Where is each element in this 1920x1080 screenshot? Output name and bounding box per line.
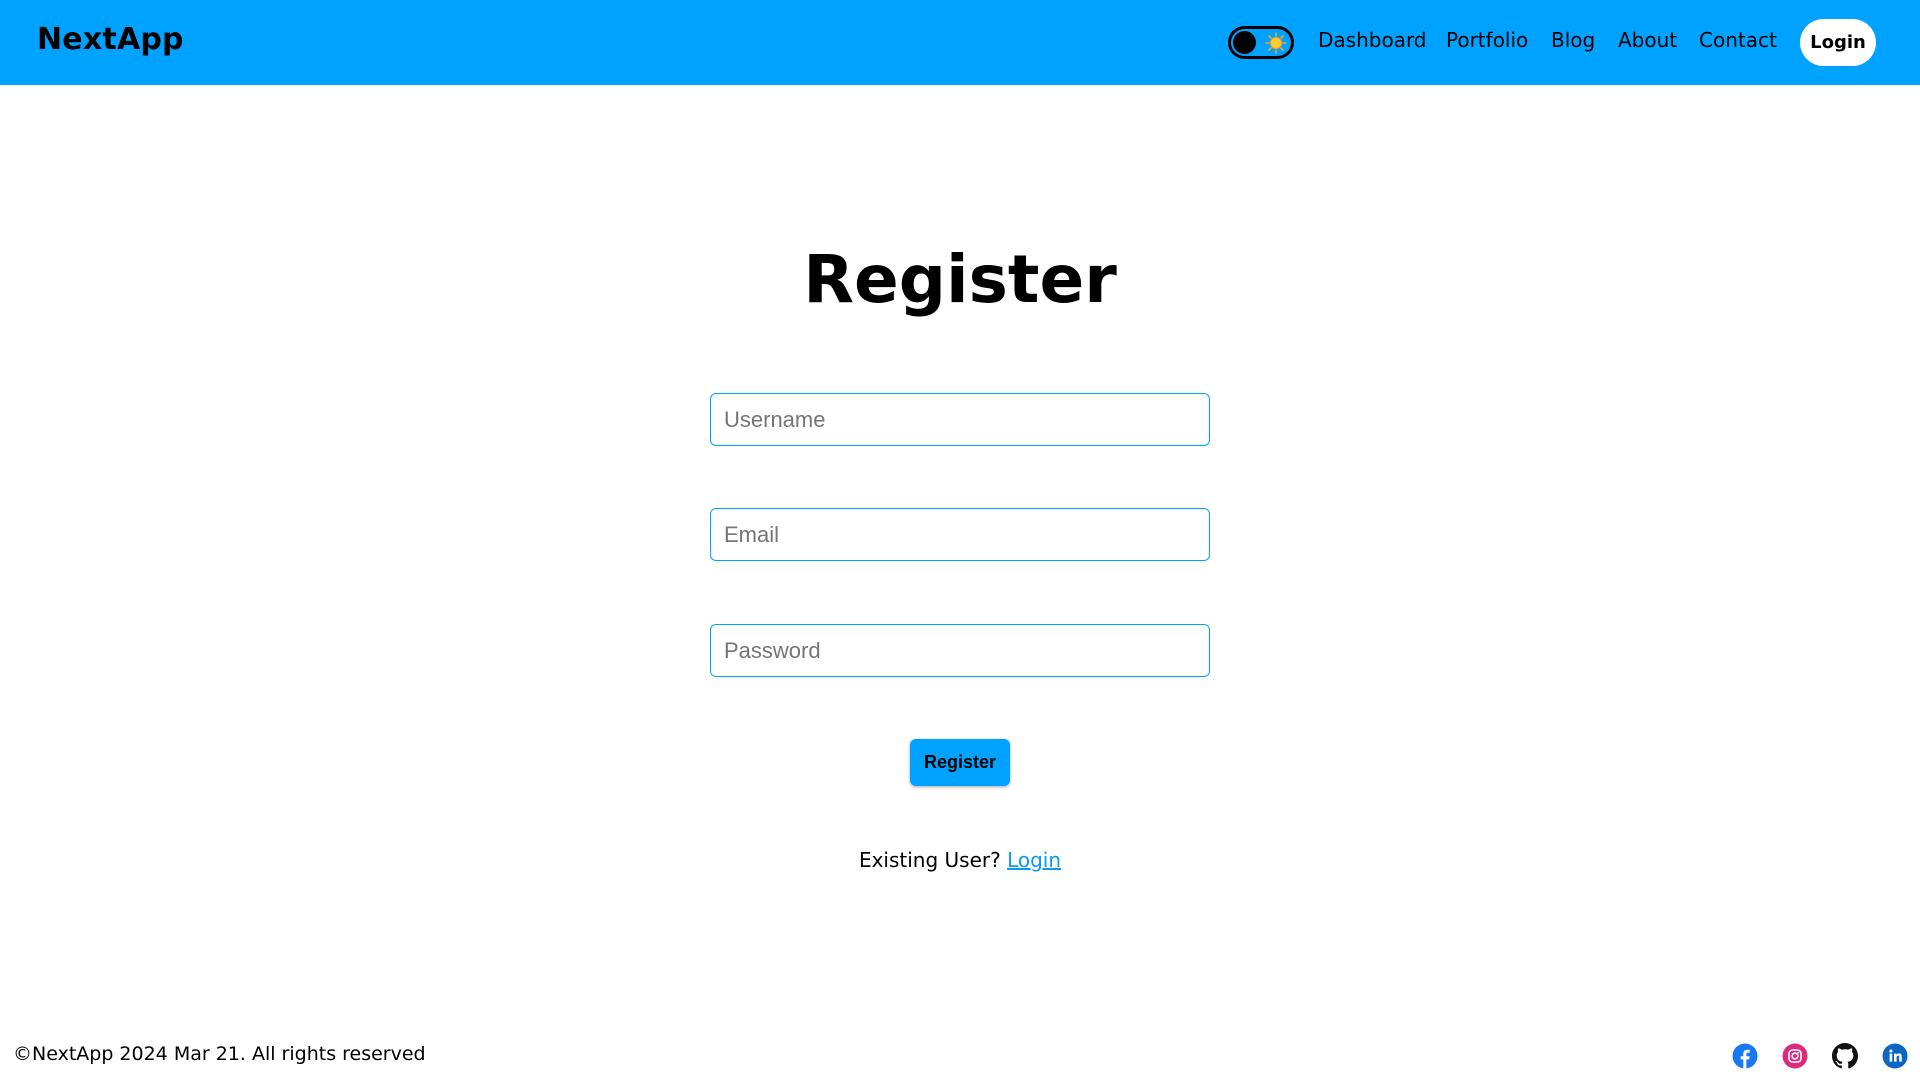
theme-toggle[interactable] <box>1228 26 1294 59</box>
password-input[interactable] <box>710 624 1210 677</box>
github-icon[interactable] <box>1832 1043 1858 1069</box>
navbar: NextApp Dashboard Portfolio Blog About C… <box>0 0 1920 85</box>
username-input[interactable] <box>710 393 1210 446</box>
nav-link-dashboard[interactable]: Dashboard <box>1318 28 1427 52</box>
email-input[interactable] <box>710 508 1210 561</box>
facebook-icon[interactable] <box>1732 1043 1758 1069</box>
nav-link-blog[interactable]: Blog <box>1551 28 1595 52</box>
existing-user-row: Existing User? Login <box>0 848 1920 872</box>
nav-link-about[interactable]: About <box>1618 28 1677 52</box>
sun-icon <box>1265 32 1287 54</box>
login-link[interactable]: Login <box>1007 848 1061 872</box>
toggle-knob <box>1233 31 1256 54</box>
linkedin-icon[interactable] <box>1882 1043 1908 1069</box>
login-button[interactable]: Login <box>1800 19 1876 66</box>
nav-link-portfolio[interactable]: Portfolio <box>1446 28 1528 52</box>
page-title: Register <box>803 241 1117 318</box>
register-button[interactable]: Register <box>910 739 1010 786</box>
instagram-icon[interactable] <box>1782 1043 1808 1069</box>
nav-link-contact[interactable]: Contact <box>1699 28 1777 52</box>
brand-logo[interactable]: NextApp <box>37 22 184 57</box>
copyright-text: ©NextApp 2024 Mar 21. All rights reserve… <box>13 1043 426 1065</box>
existing-user-text: Existing User? <box>858 848 1001 872</box>
